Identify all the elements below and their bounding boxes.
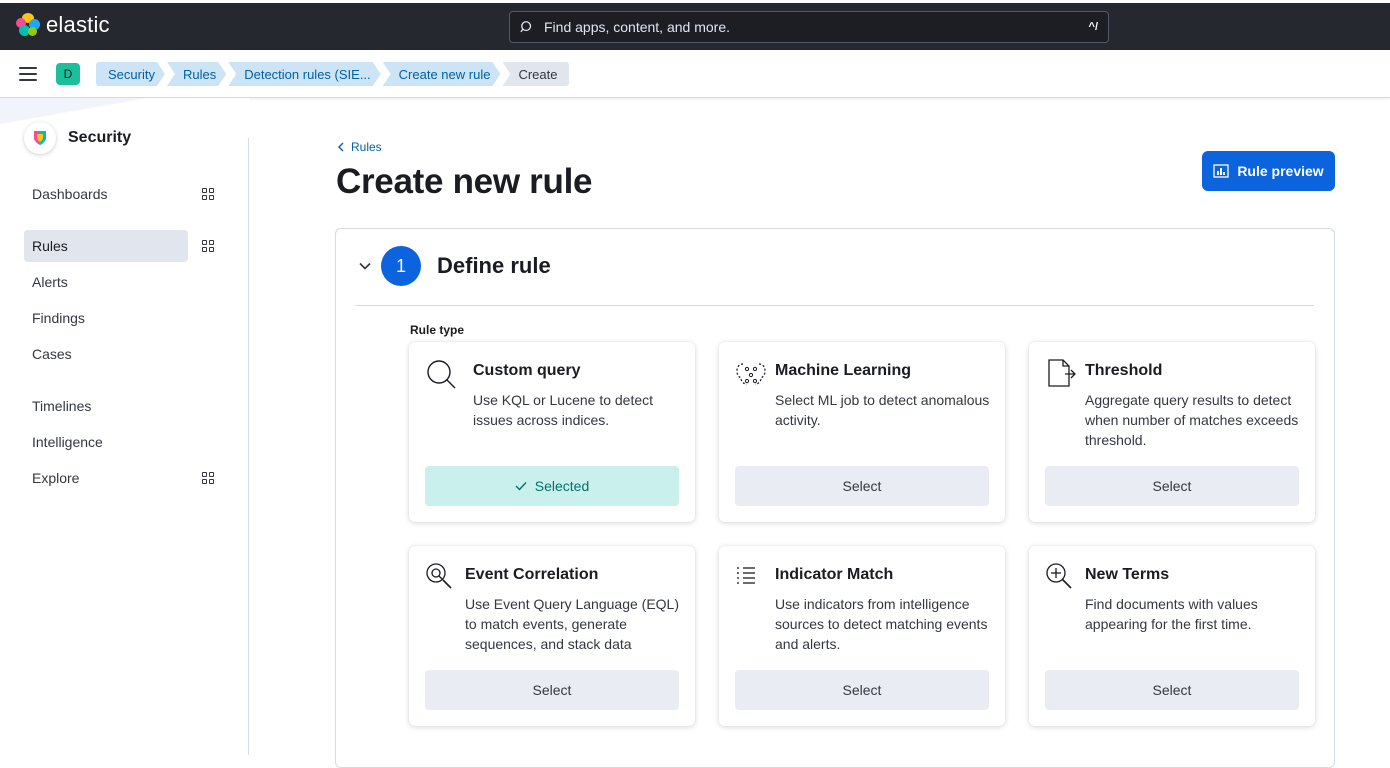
card-description: Use KQL or Lucene to detect issues acros… <box>473 392 654 428</box>
search-icon <box>520 21 532 33</box>
brand-name: elastic <box>46 12 110 37</box>
rule-type-card-custom-query[interactable]: Custom query Use KQL or Lucene to detect… <box>409 342 695 522</box>
search-icon <box>427 360 456 389</box>
sidebar-item-dashboards[interactable]: Dashboards <box>24 178 188 210</box>
breadcrumb-bar: D Security Rules Detection rules (SIE...… <box>0 50 1390 98</box>
card-title: Indicator Match <box>775 566 894 583</box>
rule-type-card-new-terms[interactable]: New Terms Find documents with values app… <box>1029 546 1315 726</box>
magnify-plus-icon <box>1046 563 1072 589</box>
select-button[interactable]: Select <box>735 670 989 710</box>
threshold-icon <box>1048 359 1076 387</box>
sidenav-header[interactable]: Security <box>24 122 131 154</box>
rule-type-card-machine-learning[interactable]: Machine Learning Select ML job to detect… <box>719 342 1005 522</box>
elastic-logo[interactable]: elastic <box>16 12 110 38</box>
global-search-input[interactable]: Find apps, content, and more. ^/ <box>509 11 1109 43</box>
rule-type-label: Rule type <box>410 323 465 337</box>
card-description: Use Event Query Language (EQL) to match … <box>465 596 680 652</box>
sidebar-item-rules[interactable]: Rules <box>24 230 188 262</box>
card-description: Find documents with values appearing for… <box>1085 596 1258 632</box>
breadcrumb-create-new-rule[interactable]: Create new rule <box>383 62 501 86</box>
select-button[interactable]: Select <box>1045 466 1299 506</box>
menu-toggle-icon[interactable] <box>19 67 37 81</box>
search-shortcut: ^/ <box>1088 21 1098 33</box>
step-number: 1 <box>381 246 421 286</box>
rule-type-card-event-correlation[interactable]: Event Correlation Use Event Query Langua… <box>409 546 695 726</box>
card-title: New Terms <box>1085 566 1170 583</box>
chevron-down-icon[interactable] <box>358 259 372 273</box>
sidebar-item-explore[interactable]: Explore <box>24 462 188 494</box>
divider <box>356 305 1314 306</box>
rule-type-card-indicator-match[interactable]: Indicator Match Use indicators from inte… <box>719 546 1005 726</box>
select-button[interactable]: Select <box>425 670 679 710</box>
rule-preview-button[interactable]: Rule preview <box>1202 151 1335 191</box>
breadcrumb-rules[interactable]: Rules <box>167 62 226 86</box>
sidebar-item-timelines[interactable]: Timelines <box>24 390 188 422</box>
rule-type-card-threshold[interactable]: Threshold Aggregate query results to det… <box>1029 342 1315 522</box>
eql-icon <box>426 563 452 589</box>
check-icon <box>515 482 527 491</box>
chart-icon <box>1213 164 1229 178</box>
sidenav-title: Security <box>68 129 132 146</box>
card-description: Aggregate query results to detect when n… <box>1085 392 1299 448</box>
rule-preview-label: Rule preview <box>1237 163 1324 179</box>
security-logo-icon <box>24 122 56 154</box>
card-title: Event Correlation <box>465 566 599 583</box>
breadcrumb: Security Rules Detection rules (SIE... C… <box>96 62 571 86</box>
dashboards-panel-icon[interactable] <box>202 188 214 200</box>
breadcrumb-security[interactable]: Security <box>96 62 165 86</box>
define-rule-panel: 1 Define rule Rule type Custom query Use… <box>335 228 1335 768</box>
card-title: Machine Learning <box>775 362 912 379</box>
sidebar-item-alerts[interactable]: Alerts <box>24 266 188 298</box>
back-link-label: Rules <box>351 140 382 154</box>
search-placeholder: Find apps, content, and more. <box>544 19 730 35</box>
breadcrumb-create: Create <box>502 62 570 86</box>
breadcrumb-detection-rules[interactable]: Detection rules (SIE... <box>228 62 380 86</box>
button-label: Selected <box>534 478 590 494</box>
explore-panel-icon[interactable] <box>202 472 214 484</box>
select-button[interactable]: Select <box>1045 670 1299 710</box>
machine-learning-icon <box>736 363 766 385</box>
selected-button[interactable]: Selected <box>425 466 679 506</box>
top-header: elastic Find apps, content, and more. ^/ <box>0 0 1390 50</box>
card-title: Custom query <box>473 362 581 379</box>
page-title: Create new rule <box>336 162 593 201</box>
card-title: Threshold <box>1085 362 1163 379</box>
security-sidenav: Security Dashboards Rules Alerts Finding… <box>0 98 249 755</box>
elastic-logo-icon <box>16 13 40 37</box>
rules-panel-icon[interactable] <box>202 240 214 252</box>
sidebar-item-cases[interactable]: Cases <box>24 338 188 370</box>
select-button[interactable]: Select <box>735 466 989 506</box>
chevron-left-icon <box>338 142 344 152</box>
step-title[interactable]: Define rule <box>437 253 551 279</box>
card-description: Select ML job to detect anomalous activi… <box>775 392 990 428</box>
sidebar-item-findings[interactable]: Findings <box>24 302 188 334</box>
space-avatar[interactable]: D <box>56 63 80 85</box>
card-description: Use indicators from intelligence sources… <box>775 596 988 652</box>
back-to-rules-link[interactable]: Rules <box>337 140 382 154</box>
list-icon <box>737 567 755 584</box>
sidebar-item-intelligence[interactable]: Intelligence <box>24 426 188 458</box>
